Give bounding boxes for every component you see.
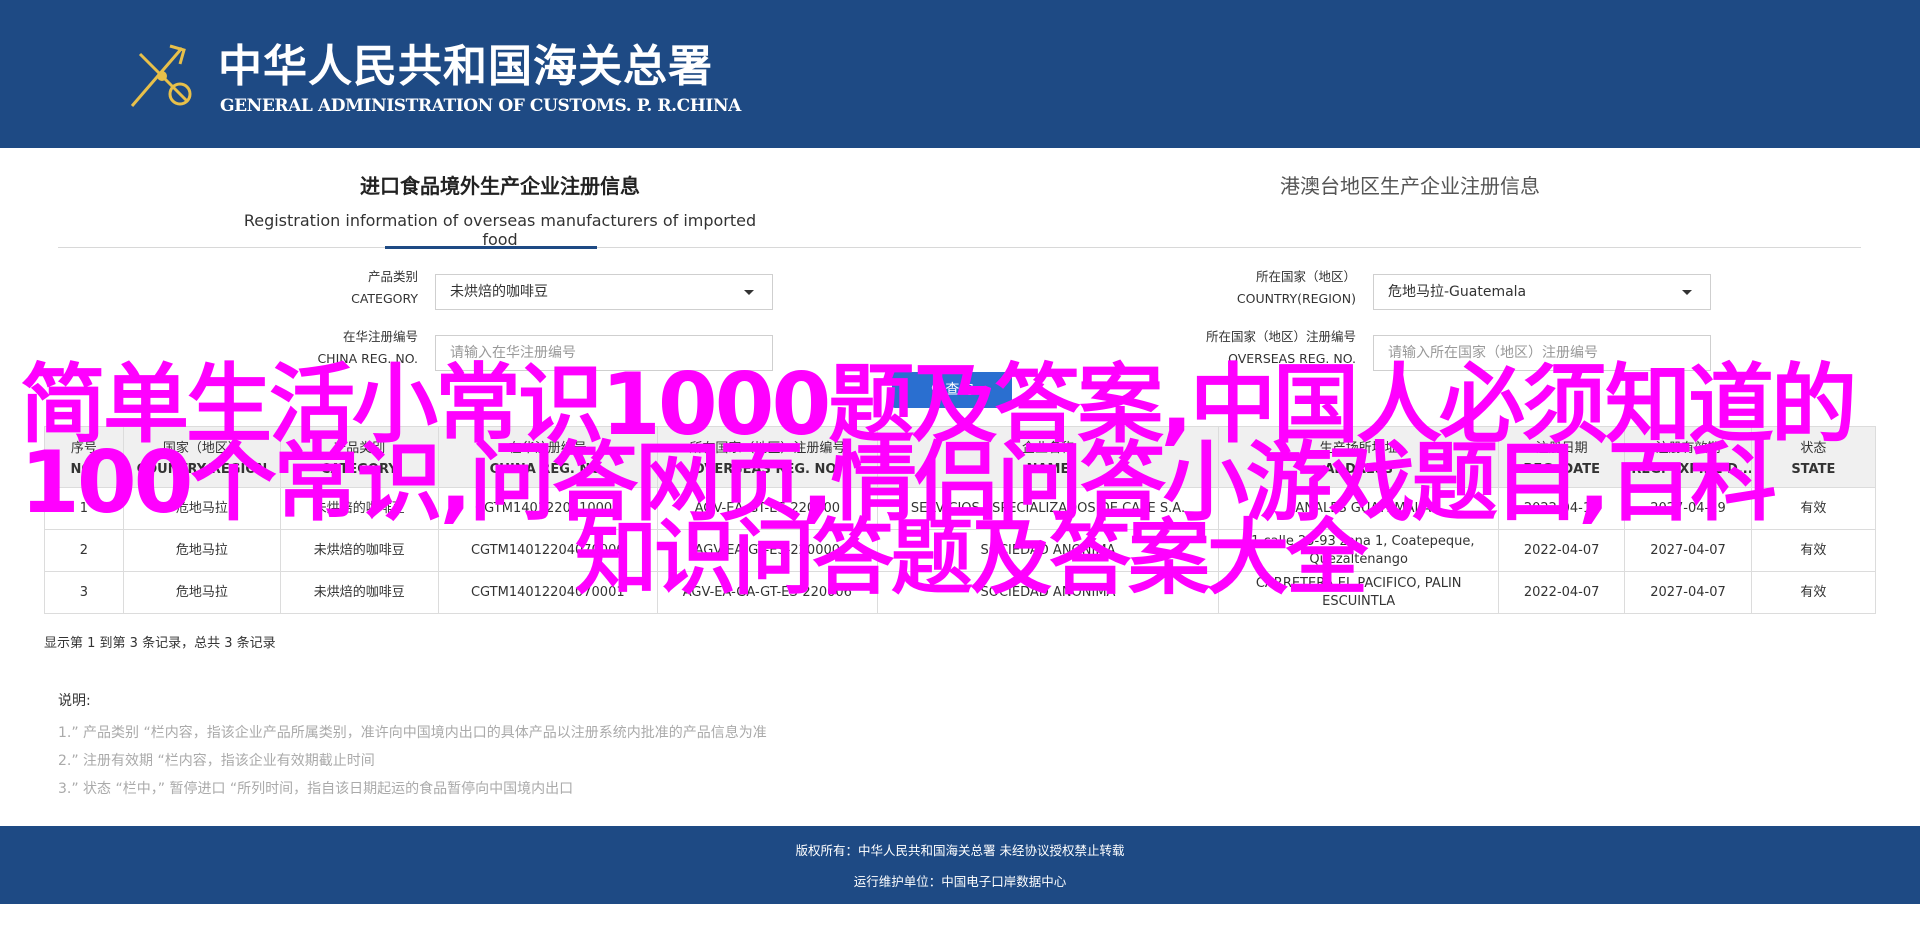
- category-label-en: CATEGORY: [351, 291, 418, 306]
- country-label: 所在国家（地区） COUNTRY(REGION): [1150, 266, 1356, 310]
- site-footer: 版权所有：中华人民共和国海关总署 未经协议授权禁止转载 运行维护单位：中国电子口…: [0, 826, 1920, 904]
- category-label-cn: 产品类别: [367, 269, 418, 284]
- site-title-cn: 中华人民共和国海关总署: [218, 41, 713, 92]
- category-select[interactable]: 未烘焙的咖啡豆: [435, 274, 773, 310]
- notes-title: 说明:: [58, 693, 91, 709]
- tab-divider: [58, 247, 1861, 248]
- cell-no: 3: [44, 571, 124, 614]
- country-select[interactable]: 危地马拉-Guatemala: [1373, 274, 1711, 310]
- tab-overseas[interactable]: 进口食品境外生产企业注册信息 Registration information …: [230, 170, 770, 249]
- note-item: 3.” 状态 “栏中，” 暂停进口 “所列时间，指自该日期起运的食品暂停向中国境…: [58, 781, 574, 797]
- notes-section: 说明: 1.” 产品类别 “栏内容，指该企业产品所属类别，准许向中国境内出口的具…: [58, 690, 767, 806]
- cell-no: 2: [44, 529, 124, 572]
- site-header: 中华人民共和国海关总署 GENERAL ADMINISTRATION OF CU…: [0, 0, 1920, 148]
- footer-copyright: 版权所有：中华人民共和国海关总署 未经协议授权禁止转载: [795, 843, 1125, 858]
- country-label-en: COUNTRY(REGION): [1236, 291, 1356, 306]
- chevron-down-icon: [1682, 290, 1692, 295]
- tab-overseas-label-en: Registration information of overseas man…: [243, 211, 757, 249]
- footer-maintainer: 运行维护单位：中国电子口岸数据中心: [853, 874, 1067, 889]
- country-label-cn: 所在国家（地区）: [1255, 269, 1356, 284]
- record-count: 显示第 1 到第 3 条记录，总共 3 条记录: [44, 636, 276, 651]
- tab-overseas-label-cn: 进口食品境外生产企业注册信息: [360, 174, 640, 198]
- cell-category: 未烘焙的咖啡豆: [280, 529, 439, 572]
- category-label: 产品类别 CATEGORY: [240, 266, 418, 310]
- cell-country: 危地马拉: [122, 529, 282, 572]
- overseas-reg-label-cn: 所在国家（地区）注册编号: [1205, 329, 1356, 344]
- cell-category: 未烘焙的咖啡豆: [280, 571, 439, 614]
- china-reg-label-cn: 在华注册编号: [342, 329, 418, 344]
- note-item: 1.” 产品类别 “栏内容，指该企业产品所属类别，准许向中国境内出口的具体产品以…: [58, 725, 767, 741]
- overlay-caption-line3: 知识问答题及答案大全: [575, 511, 1368, 606]
- cell-country: 危地马拉: [122, 571, 282, 614]
- country-select-value: 危地马拉-Guatemala: [1388, 284, 1527, 300]
- note-item: 2.” 注册有效期 “栏内容，指该企业有效期截止时间: [58, 753, 375, 769]
- category-select-value: 未烘焙的咖啡豆: [450, 284, 548, 300]
- site-title-en: GENERAL ADMINISTRATION OF CUSTOMS. P. R.…: [220, 96, 741, 116]
- tab-hk-macao-taiwan[interactable]: 港澳台地区生产企业注册信息: [1150, 170, 1670, 199]
- customs-emblem-icon: [130, 44, 192, 107]
- tab-active-indicator: [385, 246, 597, 249]
- chevron-down-icon: [744, 290, 754, 295]
